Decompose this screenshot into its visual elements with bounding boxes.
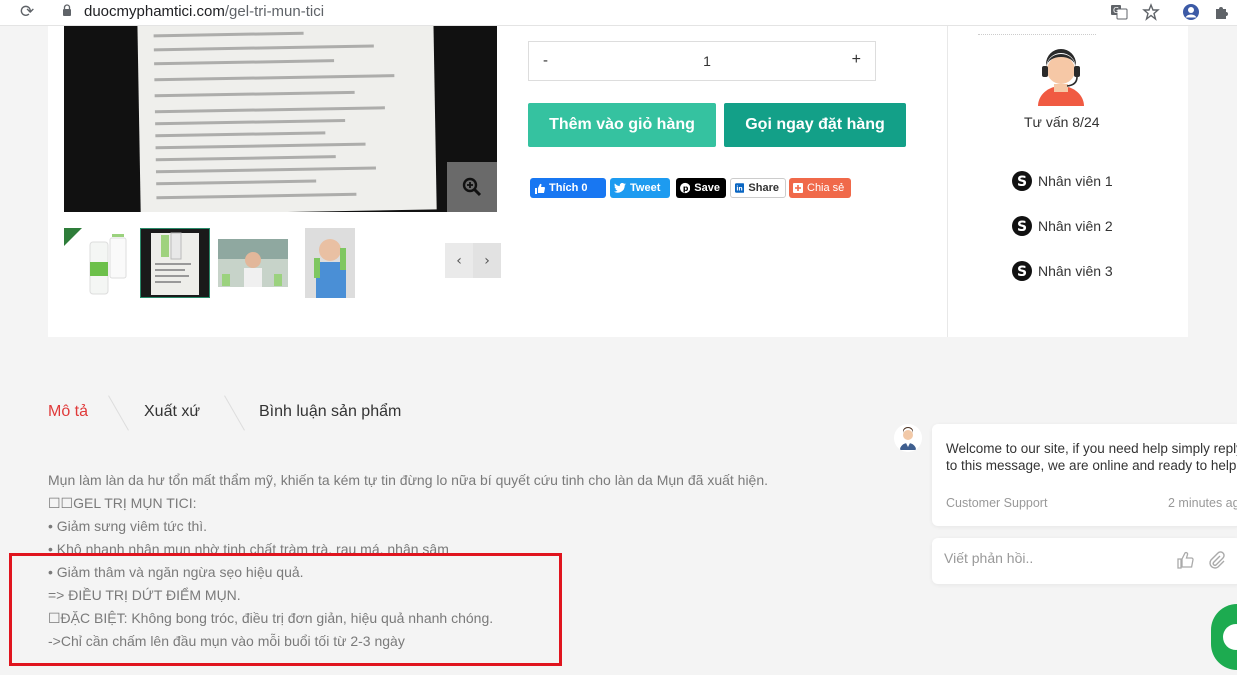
pinterest-icon: p	[680, 182, 691, 194]
profile-icon[interactable]	[1182, 3, 1200, 21]
tab-separator	[224, 395, 245, 431]
twitter-tweet-button[interactable]: Tweet	[610, 178, 670, 198]
staff-name: Nhân viên 1	[1038, 173, 1113, 189]
chat-message-text: Welcome to our site, if you need help si…	[946, 441, 1237, 473]
linkedin-icon: in	[735, 183, 745, 193]
browser-toolbar: ⟳ duocmyphamtici.com/gel-tri-mun-tici G	[0, 0, 1237, 26]
svg-text:in: in	[736, 186, 742, 193]
tab-reviews[interactable]: Bình luận sản phẩm	[259, 403, 401, 421]
description-line: ☐☐GEL TRỊ MỤN TICI:	[48, 495, 197, 511]
chevron-left-icon: ‹	[456, 252, 462, 269]
product-main-image[interactable]	[64, 26, 497, 212]
chia-se-label: Chia sẻ	[807, 182, 845, 194]
chat-sender: Customer Support	[946, 496, 1048, 510]
zoom-in-icon	[462, 177, 482, 197]
chat-bubble-icon	[1223, 624, 1237, 650]
product-thumbnail[interactable]	[218, 228, 288, 298]
twitter-tweet-label: Tweet	[630, 182, 661, 194]
zoom-button[interactable]	[447, 162, 497, 212]
facebook-like-button[interactable]: Thích 0	[530, 178, 606, 198]
plus-box-icon	[793, 183, 803, 193]
linkedin-share-label: Share	[748, 182, 779, 194]
quantity-value[interactable]: 1	[697, 53, 717, 69]
pinterest-save-button[interactable]: p Save	[676, 178, 726, 198]
column-divider	[947, 26, 948, 337]
consult-hours-label: Tư vấn 8/24	[1024, 114, 1100, 130]
svg-text:S: S	[1017, 264, 1027, 280]
call-to-order-button[interactable]: Gọi ngay đặt hàng	[724, 103, 906, 147]
pinterest-save-label: Save	[694, 182, 720, 194]
extensions-icon[interactable]	[1213, 3, 1231, 21]
translate-icon[interactable]: G	[1110, 3, 1128, 21]
chat-launcher-button[interactable]	[1211, 604, 1237, 670]
product-thumbnail[interactable]	[64, 228, 134, 298]
staff-name: Nhân viên 2	[1038, 218, 1113, 234]
product-thumbnail-active[interactable]	[140, 228, 210, 298]
support-agent-icon	[1038, 49, 1084, 106]
staff-skype-link-1[interactable]: S Nhân viên 1	[1012, 171, 1113, 191]
facebook-like-label: Thích 0	[549, 182, 588, 194]
tab-origin[interactable]: Xuất xứ	[144, 403, 200, 421]
certificate-document-image	[137, 26, 437, 212]
thumbs-up-icon	[535, 183, 545, 194]
svg-text:S: S	[1017, 219, 1027, 235]
tab-description[interactable]: Mô tả	[48, 403, 88, 421]
chia-se-button[interactable]: Chia sẻ	[789, 178, 851, 198]
thumbnail-next-button[interactable]: ›	[473, 243, 501, 278]
url-domain: duocmyphamtici.com	[84, 3, 225, 20]
quantity-increase-button[interactable]: +	[852, 51, 861, 69]
linkedin-share-button[interactable]: in Share	[730, 178, 786, 198]
lock-icon[interactable]	[62, 4, 72, 16]
twitter-bird-icon	[614, 183, 626, 193]
reload-icon[interactable]: ⟳	[20, 2, 34, 22]
url-path: /gel-tri-mun-tici	[224, 3, 325, 20]
chat-reply-box[interactable]	[932, 538, 1237, 584]
chat-timestamp: 2 minutes ago	[1168, 496, 1237, 510]
skype-icon: S	[1012, 171, 1032, 191]
tab-separator	[108, 395, 129, 431]
svg-text:p: p	[683, 184, 689, 193]
chat-message-bubble: Welcome to our site, if you need help si…	[932, 424, 1237, 526]
skype-icon: S	[1012, 216, 1032, 236]
dotted-divider	[978, 34, 1096, 35]
product-thumbnail[interactable]	[296, 228, 366, 298]
skype-icon: S	[1012, 261, 1032, 281]
description-line: Mụn làm làn da hư tổn mất thẩm mỹ, khiến…	[48, 472, 769, 488]
chat-reply-input[interactable]	[944, 550, 1144, 566]
support-avatar	[894, 424, 922, 452]
thumbs-up-icon[interactable]	[1176, 551, 1194, 569]
star-icon[interactable]	[1142, 3, 1160, 21]
svg-text:G: G	[1113, 6, 1119, 15]
thumbnail-prev-button[interactable]: ‹	[445, 243, 473, 278]
staff-name: Nhân viên 3	[1038, 263, 1113, 279]
paperclip-icon[interactable]	[1207, 550, 1225, 570]
staff-skype-link-2[interactable]: S Nhân viên 2	[1012, 216, 1113, 236]
address-bar[interactable]: duocmyphamtici.com/gel-tri-mun-tici	[84, 3, 324, 20]
svg-text:S: S	[1017, 174, 1027, 190]
highlight-annotation-box	[9, 553, 562, 666]
staff-skype-link-3[interactable]: S Nhân viên 3	[1012, 261, 1113, 281]
add-to-cart-button[interactable]: Thêm vào giỏ hàng	[528, 103, 716, 147]
quantity-stepper[interactable]: - 1 +	[528, 41, 876, 81]
quantity-decrease-button[interactable]: -	[543, 52, 548, 69]
description-line: • Giảm sưng viêm tức thì.	[48, 518, 208, 534]
chevron-right-icon: ›	[484, 252, 490, 269]
